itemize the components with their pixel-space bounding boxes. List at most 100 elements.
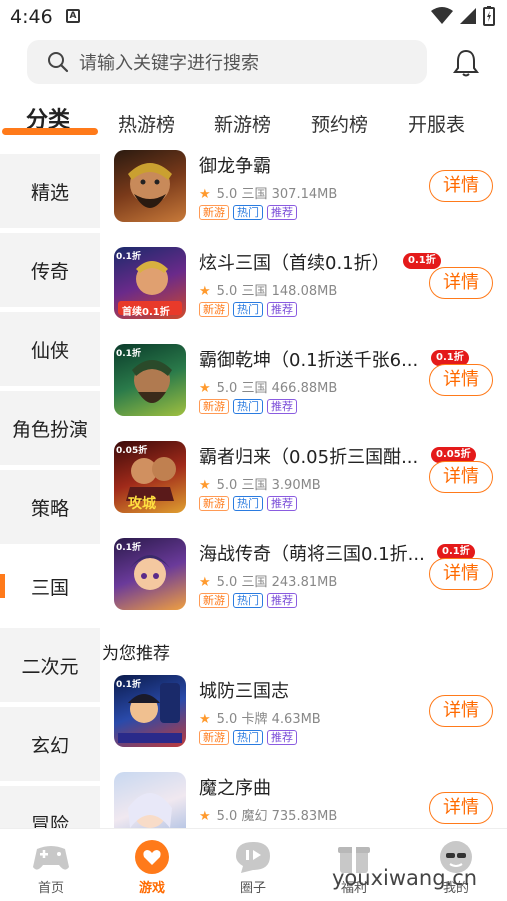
tag-hot: 热门 xyxy=(233,496,263,511)
list-item[interactable]: 0.1折 海战传奇（萌将三国0.1折... 0.1折 ★ 5.0 三国 243.8… xyxy=(100,538,507,632)
sidebar-item-three-kingdoms[interactable]: 三国 xyxy=(0,549,100,623)
game-meta: ★ 5.0 三国 148.08MB xyxy=(199,280,337,299)
list-item[interactable]: 御龙争霸 ★ 5.0 三国 307.14MB 新游 热门 推荐 详情 xyxy=(100,150,507,244)
sidebar-item-label: 传奇 xyxy=(30,260,69,283)
nav-community[interactable]: 圈子 xyxy=(213,829,293,901)
star-icon: ★ xyxy=(199,478,211,493)
bell-icon[interactable] xyxy=(452,48,480,78)
nav-welfare[interactable]: 福利 xyxy=(314,829,394,901)
star-icon: ★ xyxy=(199,187,211,202)
tag-hot: 热门 xyxy=(233,730,263,745)
details-button[interactable]: 详情 xyxy=(429,170,493,202)
game-genre: 三国 xyxy=(241,187,268,202)
status-time: 4:46 xyxy=(10,6,53,28)
game-thumbnail[interactable]: 0.05折 攻城 xyxy=(114,441,186,513)
game-list: 御龙争霸 ★ 5.0 三国 307.14MB 新游 热门 推荐 详情 0.1折 首续0… xyxy=(100,150,507,828)
tag-hot: 热门 xyxy=(233,302,263,317)
game-size: 735.83MB xyxy=(271,809,338,824)
game-tags: 新游 热门 推荐 xyxy=(199,593,297,608)
tag-hot: 热门 xyxy=(233,593,263,608)
sidebar-item-legend[interactable]: 传奇 xyxy=(0,233,100,307)
sidebar-item-strategy[interactable]: 策略 xyxy=(0,470,100,544)
star-icon: ★ xyxy=(199,809,211,824)
star-icon: ★ xyxy=(199,712,211,727)
tag-recommend: 推荐 xyxy=(267,730,297,745)
search-bar[interactable]: 请输入关键字进行搜索 xyxy=(27,40,427,84)
details-button[interactable]: 详情 xyxy=(429,267,493,299)
game-tags: 新游 热门 推荐 xyxy=(199,205,297,220)
search-placeholder[interactable]: 请输入关键字进行搜索 xyxy=(79,49,259,75)
sidebar-item-label: 精选 xyxy=(30,181,69,204)
sidebar-item-xianxia[interactable]: 仙侠 xyxy=(0,312,100,386)
details-button[interactable]: 详情 xyxy=(429,695,493,727)
sidebar-item-featured[interactable]: 精选 xyxy=(0,154,100,228)
sidebar-item-anime[interactable]: 二次元 xyxy=(0,628,100,702)
game-genre: 三国 xyxy=(241,284,268,299)
game-size: 4.63MB xyxy=(271,712,321,727)
list-item[interactable]: 0.1折 城防三国志 ★ 5.0 卡牌 4.63MB 新游 热门 推荐 详情 xyxy=(100,675,507,769)
game-thumbnail[interactable]: 0.1折 xyxy=(114,675,186,747)
recommend-heading: 为您推荐 xyxy=(102,644,170,664)
game-tags: 新游 热门 推荐 xyxy=(199,730,297,745)
warrior-portrait-icon xyxy=(128,163,172,208)
sidebar-item-fantasy[interactable]: 玄幻 xyxy=(0,707,100,781)
details-button[interactable]: 详情 xyxy=(429,364,493,396)
nav-home[interactable]: 首页 xyxy=(11,829,91,901)
tab-server-schedule[interactable]: 开服表 xyxy=(408,110,465,137)
game-rating: 5.0 xyxy=(216,381,238,396)
game-title[interactable]: 炫斗三国（首续0.1折） xyxy=(199,249,390,275)
details-button[interactable]: 详情 xyxy=(429,792,493,824)
star-icon: ★ xyxy=(199,381,211,396)
nav-label: 游戏 xyxy=(138,881,165,896)
game-thumbnail[interactable]: 0.1折 xyxy=(114,344,186,416)
list-item[interactable]: 0.05折 攻城 霸者归来（0.05折三国酣... 0.05折 ★ 5.0 三国 … xyxy=(100,441,507,535)
list-item[interactable]: 0.1折 首续0.1折 炫斗三国（首续0.1折） 0.1折 ★ 5.0 三国 14… xyxy=(100,247,507,341)
list-item[interactable]: 魔之序曲 ★ 5.0 魔幻 735.83MB 详情 xyxy=(100,772,507,828)
sidebar-item-label: 冒险 xyxy=(30,813,69,829)
tab-new-games[interactable]: 新游榜 xyxy=(214,110,271,137)
watermark: youxiwang.cn xyxy=(332,866,478,890)
game-meta: ★ 5.0 三国 466.88MB xyxy=(199,377,337,396)
tag-recommend: 推荐 xyxy=(267,593,297,608)
sidebar-item-label: 三国 xyxy=(30,576,69,599)
nav-profile[interactable]: 我的 xyxy=(416,829,496,901)
tag-new: 新游 xyxy=(199,593,229,608)
game-rating: 5.0 xyxy=(216,478,238,493)
fantasy-character-icon xyxy=(128,793,172,828)
game-thumbnail[interactable] xyxy=(114,150,186,222)
sidebar-item-label: 策略 xyxy=(30,497,69,520)
game-genre: 卡牌 xyxy=(241,712,268,727)
game-title[interactable]: 霸御乾坤（0.1折送千张6... xyxy=(199,346,418,372)
game-title[interactable]: 御龙争霸 xyxy=(199,152,271,178)
game-meta: ★ 5.0 三国 307.14MB xyxy=(199,183,337,202)
tab-hot-games[interactable]: 热游榜 xyxy=(118,110,175,137)
status-bar: 4:46 A xyxy=(0,0,507,34)
game-title[interactable]: 城防三国志 xyxy=(199,677,289,703)
game-meta: ★ 5.0 卡牌 4.63MB xyxy=(199,708,321,727)
details-button[interactable]: 详情 xyxy=(429,558,493,590)
game-title[interactable]: 霸者归来（0.05折三国酣... xyxy=(199,443,418,469)
sidebar-item-rpg[interactable]: 角色扮演 xyxy=(0,391,100,465)
tab-reservation[interactable]: 预约榜 xyxy=(311,110,368,137)
battery-icon xyxy=(483,6,495,26)
game-rating: 5.0 xyxy=(216,575,238,590)
tag-recommend: 推荐 xyxy=(267,496,297,511)
game-size: 3.90MB xyxy=(271,478,321,493)
game-rating: 5.0 xyxy=(216,809,238,824)
sidebar-item-label: 仙侠 xyxy=(30,339,69,362)
nav-label: 圈子 xyxy=(239,881,266,896)
game-title[interactable]: 海战传奇（萌将三国0.1折... xyxy=(199,540,425,566)
game-thumbnail[interactable]: 0.1折 xyxy=(114,538,186,610)
game-genre: 三国 xyxy=(241,575,268,590)
game-size: 243.81MB xyxy=(271,575,338,590)
star-icon: ★ xyxy=(199,284,211,299)
nav-games[interactable]: 游戏 xyxy=(112,829,192,901)
game-thumbnail[interactable]: 0.1折 首续0.1折 xyxy=(114,247,186,319)
sidebar-item-adventure[interactable]: 冒险 xyxy=(0,786,100,828)
game-thumbnail[interactable] xyxy=(114,772,186,828)
game-size: 148.08MB xyxy=(271,284,338,299)
details-button[interactable]: 详情 xyxy=(429,461,493,493)
game-title[interactable]: 魔之序曲 xyxy=(199,774,271,800)
list-item[interactable]: 0.1折 霸御乾坤（0.1折送千张6... 0.1折 ★ 5.0 三国 466.8… xyxy=(100,344,507,438)
game-genre: 三国 xyxy=(241,478,268,493)
